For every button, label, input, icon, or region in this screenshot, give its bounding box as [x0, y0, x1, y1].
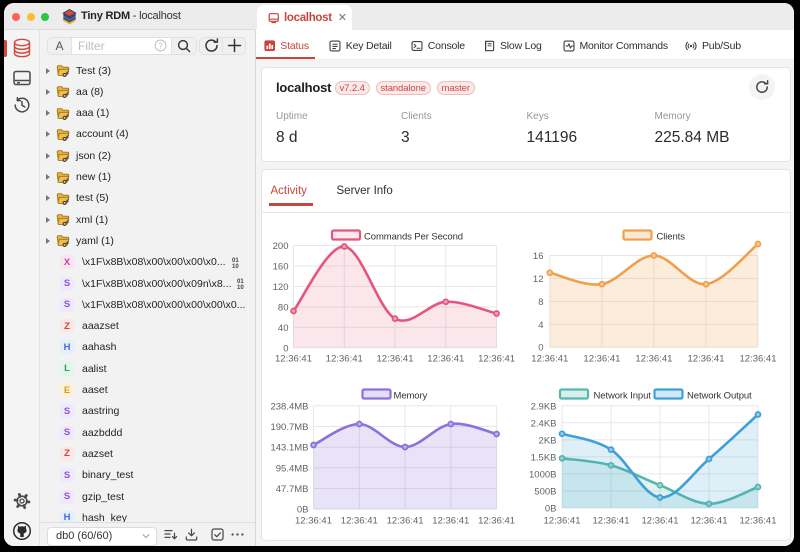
svg-text:40: 40	[278, 323, 289, 334]
svg-text:12:36:41: 12:36:41	[635, 354, 672, 365]
svg-text:80: 80	[278, 302, 289, 313]
svg-text:12:36:41: 12:36:41	[583, 354, 620, 365]
svg-text:10: 10	[237, 285, 244, 290]
svg-text:12:36:41: 12:36:41	[341, 516, 378, 527]
svg-text:95.4MB: 95.4MB	[276, 463, 309, 474]
svg-text:Memory: Memory	[394, 391, 428, 402]
svg-text:12:36:41: 12:36:41	[427, 354, 464, 365]
svg-text:12:36:41: 12:36:41	[531, 354, 568, 365]
svg-text:0B: 0B	[297, 505, 309, 516]
svg-text:12:36:41: 12:36:41	[642, 516, 679, 527]
svg-text:12:36:41: 12:36:41	[688, 354, 725, 365]
svg-text:Clients: Clients	[657, 232, 686, 243]
svg-text:2.9KB: 2.9KB	[531, 401, 557, 412]
svg-text:12:36:41: 12:36:41	[544, 516, 581, 527]
svg-text:12:36:41: 12:36:41	[432, 516, 469, 527]
svg-text:12:36:41: 12:36:41	[740, 516, 777, 527]
svg-text:Network Output: Network Output	[687, 391, 752, 402]
svg-text:2KB: 2KB	[539, 435, 557, 446]
svg-text:190.7MB: 190.7MB	[270, 422, 308, 433]
svg-text:12:36:41: 12:36:41	[387, 516, 424, 527]
svg-text:238.4MB: 238.4MB	[270, 401, 308, 412]
svg-text:1.5KB: 1.5KB	[531, 452, 557, 463]
svg-text:8: 8	[538, 297, 543, 308]
svg-text:0B: 0B	[545, 504, 557, 515]
svg-text:12:36:41: 12:36:41	[377, 354, 414, 365]
svg-text:12:36:41: 12:36:41	[593, 516, 630, 527]
svg-text:Network Input: Network Input	[594, 391, 652, 402]
svg-text:4: 4	[538, 320, 543, 331]
svg-text:160: 160	[273, 262, 289, 273]
svg-text:500B: 500B	[534, 487, 556, 498]
svg-text:12:36:41: 12:36:41	[478, 516, 515, 527]
svg-text:16: 16	[533, 251, 544, 262]
svg-text:12: 12	[533, 274, 544, 285]
svg-text:12:36:41: 12:36:41	[691, 516, 728, 527]
svg-text:0: 0	[538, 343, 543, 354]
svg-text:?: ?	[158, 42, 163, 51]
svg-text:01: 01	[232, 258, 239, 264]
svg-text:10: 10	[232, 264, 239, 269]
svg-text:01: 01	[237, 279, 244, 285]
svg-text:1000B: 1000B	[529, 469, 556, 480]
svg-text:12:36:41: 12:36:41	[295, 516, 332, 527]
svg-text:12:36:41: 12:36:41	[275, 354, 312, 365]
svg-text:Commands Per Second: Commands Per Second	[364, 232, 463, 243]
svg-text:143.1MB: 143.1MB	[270, 443, 308, 454]
svg-text:12:36:41: 12:36:41	[478, 354, 515, 365]
svg-text:12:36:41: 12:36:41	[326, 354, 363, 365]
svg-text:120: 120	[273, 282, 289, 293]
svg-text:200: 200	[273, 241, 289, 252]
svg-text:2.4KB: 2.4KB	[531, 418, 557, 429]
svg-text:47.7MB: 47.7MB	[276, 484, 309, 495]
svg-text:12:36:41: 12:36:41	[740, 354, 777, 365]
